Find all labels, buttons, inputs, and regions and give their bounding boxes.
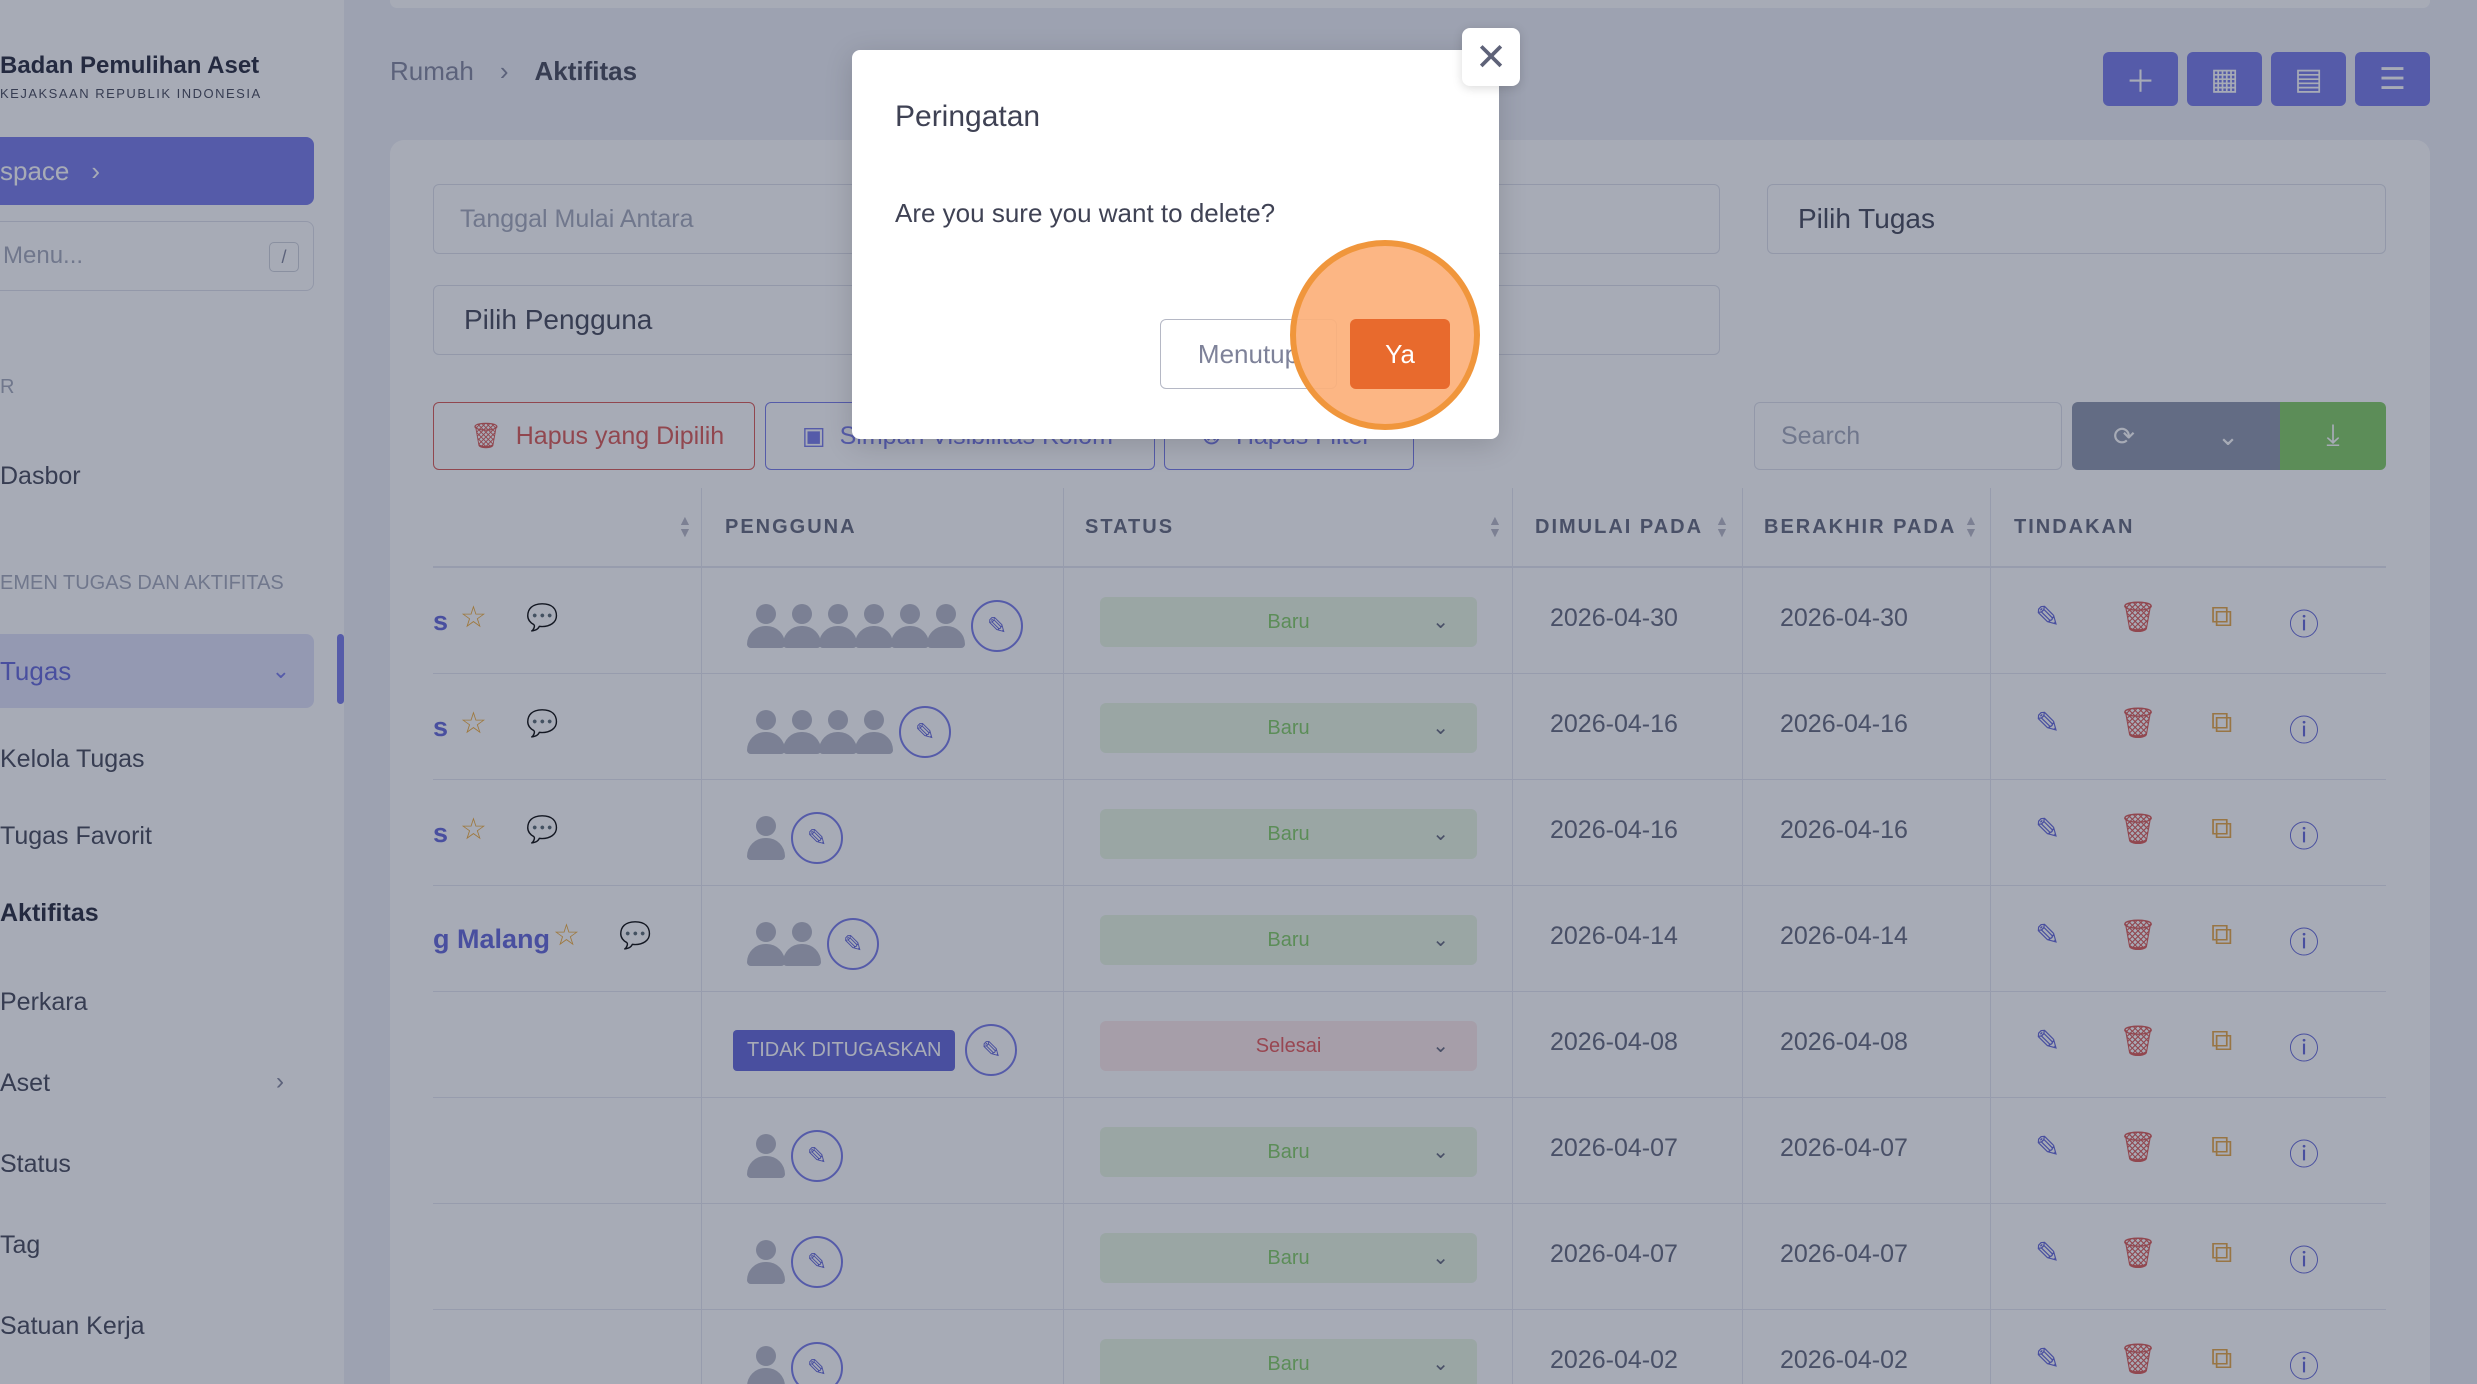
close-icon: ✕	[1475, 36, 1507, 79]
dialog-close-button[interactable]: ✕	[1462, 28, 1520, 86]
dialog-confirm-button[interactable]: Ya	[1350, 319, 1450, 389]
dialog-message: Are you sure you want to delete?	[895, 198, 1276, 228]
dialog-title: Peringatan	[895, 100, 1041, 133]
